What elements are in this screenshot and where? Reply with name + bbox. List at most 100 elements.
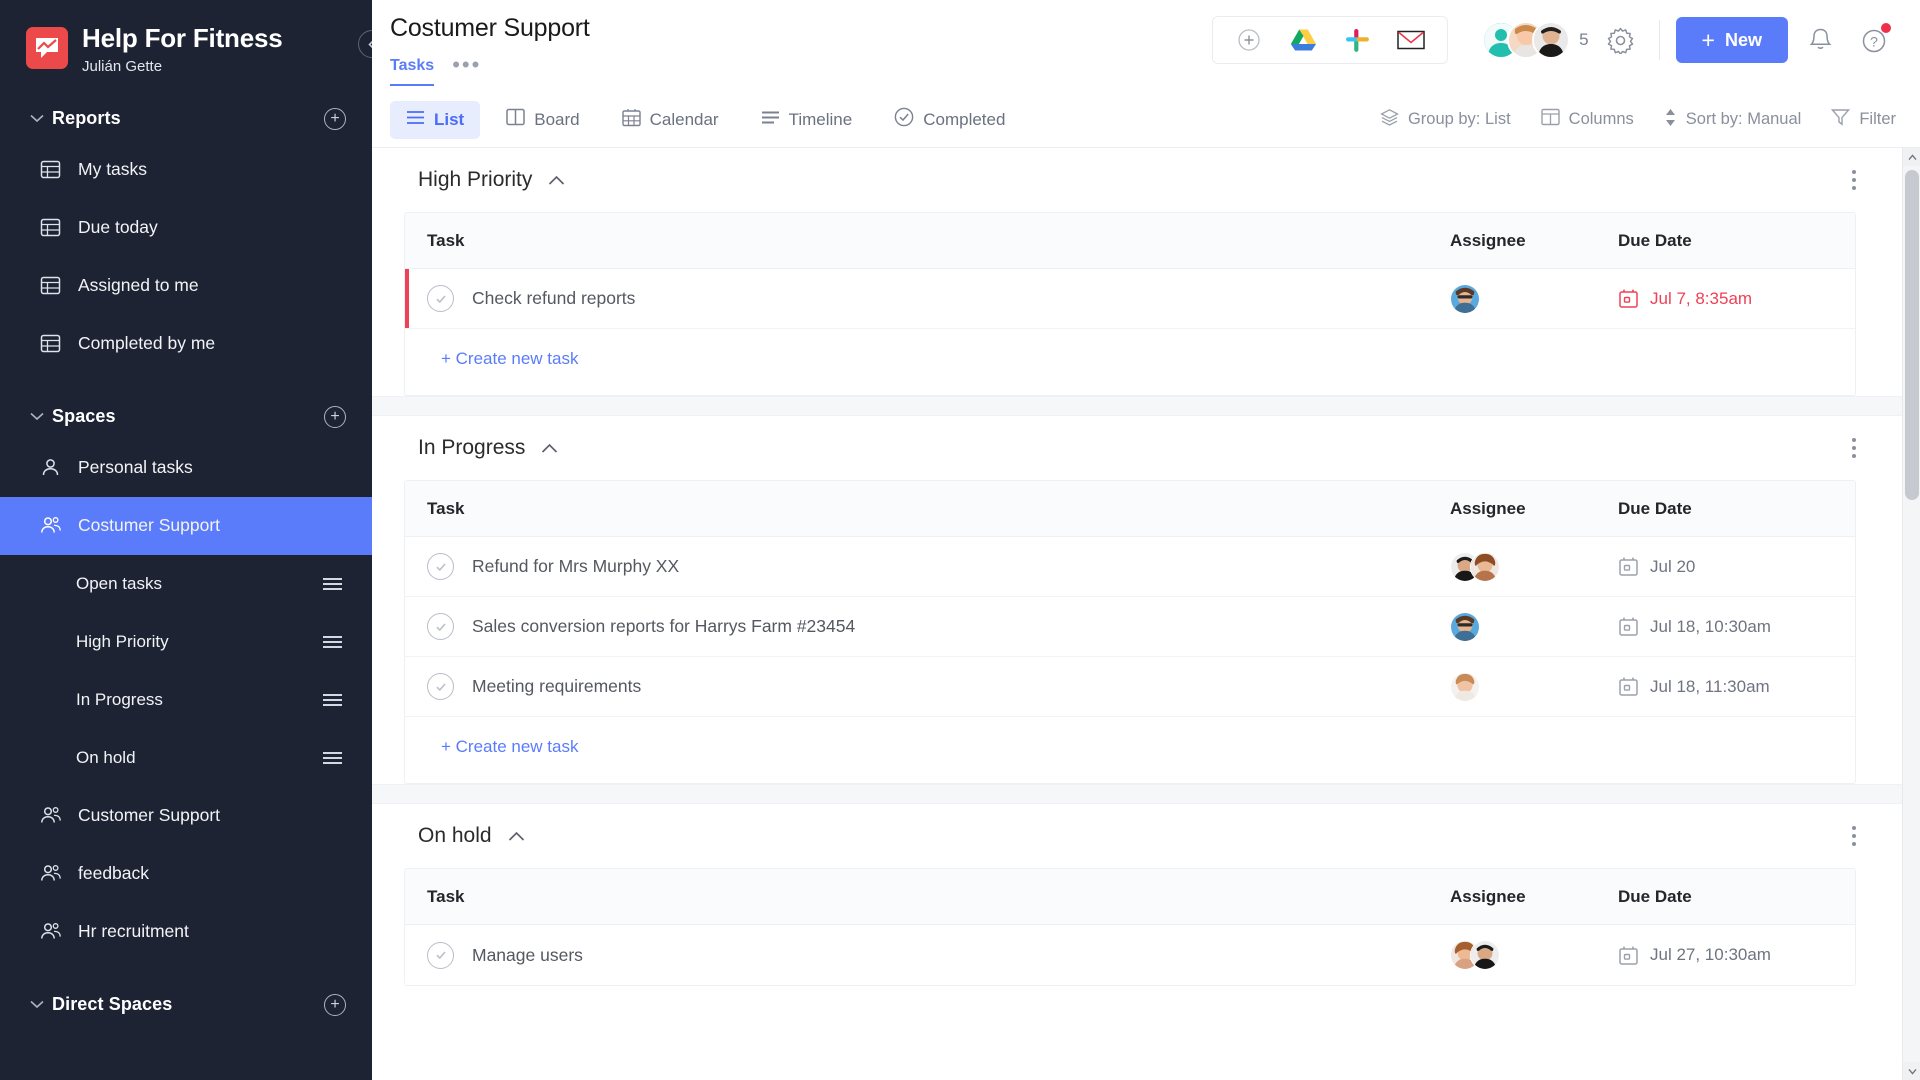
calendar-icon xyxy=(621,108,641,132)
sidebar-item-customer-support[interactable]: Customer Support xyxy=(0,787,372,845)
sidebar-item-my-tasks[interactable]: My tasks xyxy=(0,141,372,199)
assignee-cell[interactable] xyxy=(1450,940,1618,970)
calendar-icon xyxy=(1618,945,1639,966)
complete-task-icon[interactable] xyxy=(427,941,454,969)
due-date-cell[interactable]: Jul 7, 8:35am xyxy=(1618,288,1833,309)
sidebar-item-hr-recruitment[interactable]: Hr recruitment xyxy=(0,903,372,961)
google-drive-icon[interactable] xyxy=(1289,26,1317,54)
sidebar-item-open-tasks[interactable]: Open tasks xyxy=(0,555,372,613)
drag-handle-icon[interactable] xyxy=(323,578,342,590)
sidebar-item-personal-tasks[interactable]: Personal tasks xyxy=(0,439,372,497)
task-cell: Check refund reports xyxy=(427,285,1450,312)
group-header[interactable]: On hold xyxy=(390,804,1878,868)
notifications-bell-icon[interactable] xyxy=(1798,18,1842,62)
chevron-up-icon[interactable] xyxy=(541,443,558,454)
group-menu-icon[interactable] xyxy=(1852,434,1856,462)
help-icon[interactable]: ? xyxy=(1852,18,1896,62)
table-row[interactable]: Refund for Mrs Murphy XX Jul 20 xyxy=(405,537,1855,597)
sidebar-item-feedback[interactable]: feedback xyxy=(0,845,372,903)
scroll-down-icon[interactable] xyxy=(1903,1062,1920,1080)
group-header[interactable]: In Progress xyxy=(390,416,1878,480)
sidebar-group-spaces[interactable]: Spaces + xyxy=(0,395,372,439)
drag-handle-icon[interactable] xyxy=(323,694,342,706)
tab-timeline[interactable]: Timeline xyxy=(745,101,869,139)
new-button[interactable]: + New xyxy=(1675,17,1788,63)
create-task-row[interactable]: + Create new task xyxy=(405,717,1855,783)
due-date-cell[interactable]: Jul 27, 10:30am xyxy=(1618,945,1833,966)
chevron-up-icon[interactable] xyxy=(548,175,565,186)
sidebar-group-reports[interactable]: Reports + xyxy=(0,97,372,141)
column-header-assignee: Assignee xyxy=(1450,230,1526,250)
sidebar-item-label: High Priority xyxy=(76,631,169,651)
member-avatars[interactable]: 5 xyxy=(1482,21,1589,59)
add-direct-space-icon[interactable]: + xyxy=(324,993,346,1016)
create-new-task-link[interactable]: + Create new task xyxy=(441,737,579,756)
group-menu-icon[interactable] xyxy=(1852,166,1856,194)
subtab-more-icon[interactable]: ••• xyxy=(452,52,481,90)
sidebar-item-label: Customer Support xyxy=(78,805,221,826)
assignee-cell[interactable] xyxy=(1450,611,1618,642)
group-header[interactable]: High Priority xyxy=(390,148,1878,212)
scroll-up-icon[interactable] xyxy=(1903,148,1920,166)
group-title: On hold xyxy=(418,824,492,847)
add-space-icon[interactable]: + xyxy=(324,405,346,428)
sidebar-item-on-hold[interactable]: On hold xyxy=(0,729,372,787)
tab-calendar[interactable]: Calendar xyxy=(606,101,735,139)
filter-button[interactable]: Filter xyxy=(1831,108,1896,131)
add-report-icon[interactable]: + xyxy=(324,107,346,130)
complete-task-icon[interactable] xyxy=(427,613,454,640)
slack-icon[interactable] xyxy=(1343,26,1371,54)
due-date-text: Jul 20 xyxy=(1650,556,1696,576)
table-row[interactable]: Meeting requirements Jul 18, 11:30am xyxy=(405,657,1855,717)
sidebar-item-high-priority[interactable]: High Priority xyxy=(0,613,372,671)
due-date-cell[interactable]: Jul 18, 10:30am xyxy=(1618,616,1833,637)
group-by-button[interactable]: Group by: List xyxy=(1380,108,1511,132)
list-icon xyxy=(406,110,425,130)
columns-button[interactable]: Columns xyxy=(1540,108,1634,131)
avatar xyxy=(1450,611,1480,642)
assignee-cell[interactable] xyxy=(1450,671,1618,702)
assignee-cell[interactable] xyxy=(1450,551,1618,582)
complete-task-icon[interactable] xyxy=(427,553,454,580)
scrollbar-thumb[interactable] xyxy=(1905,170,1919,500)
tab-list[interactable]: List xyxy=(390,100,481,139)
group-menu-icon[interactable] xyxy=(1852,822,1856,850)
due-date-cell[interactable]: Jul 18, 11:30am xyxy=(1618,676,1833,697)
complete-task-icon[interactable] xyxy=(427,673,454,700)
drag-handle-icon[interactable] xyxy=(323,636,342,648)
settings-gear-icon[interactable] xyxy=(1599,18,1643,62)
table-row[interactable]: Check refund reports Jul 7, 8:35am xyxy=(405,269,1855,329)
tab-board[interactable]: Board xyxy=(490,101,595,139)
table-row[interactable]: Manage users Jul 27, 10:30am xyxy=(405,925,1855,985)
vertical-scrollbar[interactable] xyxy=(1902,148,1920,1080)
due-date-cell[interactable]: Jul 20 xyxy=(1618,556,1833,577)
sidebar-item-assigned-to-me[interactable]: Assigned to me xyxy=(0,257,372,315)
create-task-row[interactable]: + Create new task xyxy=(405,329,1855,395)
sidebar-item-completed-by-me[interactable]: Completed by me xyxy=(0,315,372,373)
chevron-up-icon[interactable] xyxy=(508,831,525,842)
sidebar-item-costumer-support[interactable]: Costumer Support xyxy=(0,496,372,555)
view-toolbar: List Board Calendar Timeline Completed G… xyxy=(372,92,1920,148)
page-title: Costumer Support xyxy=(390,14,590,42)
sidebar-item-due-today[interactable]: Due today xyxy=(0,199,372,257)
sort-by-button[interactable]: Sort by: Manual xyxy=(1664,108,1801,132)
table-icon xyxy=(40,275,78,296)
create-new-task-link[interactable]: + Create new task xyxy=(441,349,579,368)
calendar-icon xyxy=(1618,676,1639,697)
sidebar-group-direct-spaces[interactable]: Direct Spaces + xyxy=(0,983,372,1027)
tab-label: Board xyxy=(534,109,580,129)
sidebar-item-label: My tasks xyxy=(78,159,148,180)
assignee-cell[interactable] xyxy=(1450,283,1618,314)
tab-completed[interactable]: Completed xyxy=(878,101,1021,139)
brand[interactable]: Help For Fitness Julián Gette xyxy=(0,0,372,75)
add-integration-icon[interactable] xyxy=(1235,26,1263,54)
drag-handle-icon[interactable] xyxy=(323,752,342,764)
sidebar-group-label: Direct Spaces xyxy=(52,994,173,1015)
table-row[interactable]: Sales conversion reports for Harrys Farm… xyxy=(405,597,1855,657)
tab-tasks[interactable]: Tasks xyxy=(390,57,435,86)
mail-icon[interactable] xyxy=(1397,26,1425,54)
sidebar-item-in-progress[interactable]: In Progress xyxy=(0,671,372,729)
avatar xyxy=(1450,283,1480,314)
complete-task-icon[interactable] xyxy=(427,285,454,312)
due-date-text: Jul 7, 8:35am xyxy=(1650,288,1753,308)
